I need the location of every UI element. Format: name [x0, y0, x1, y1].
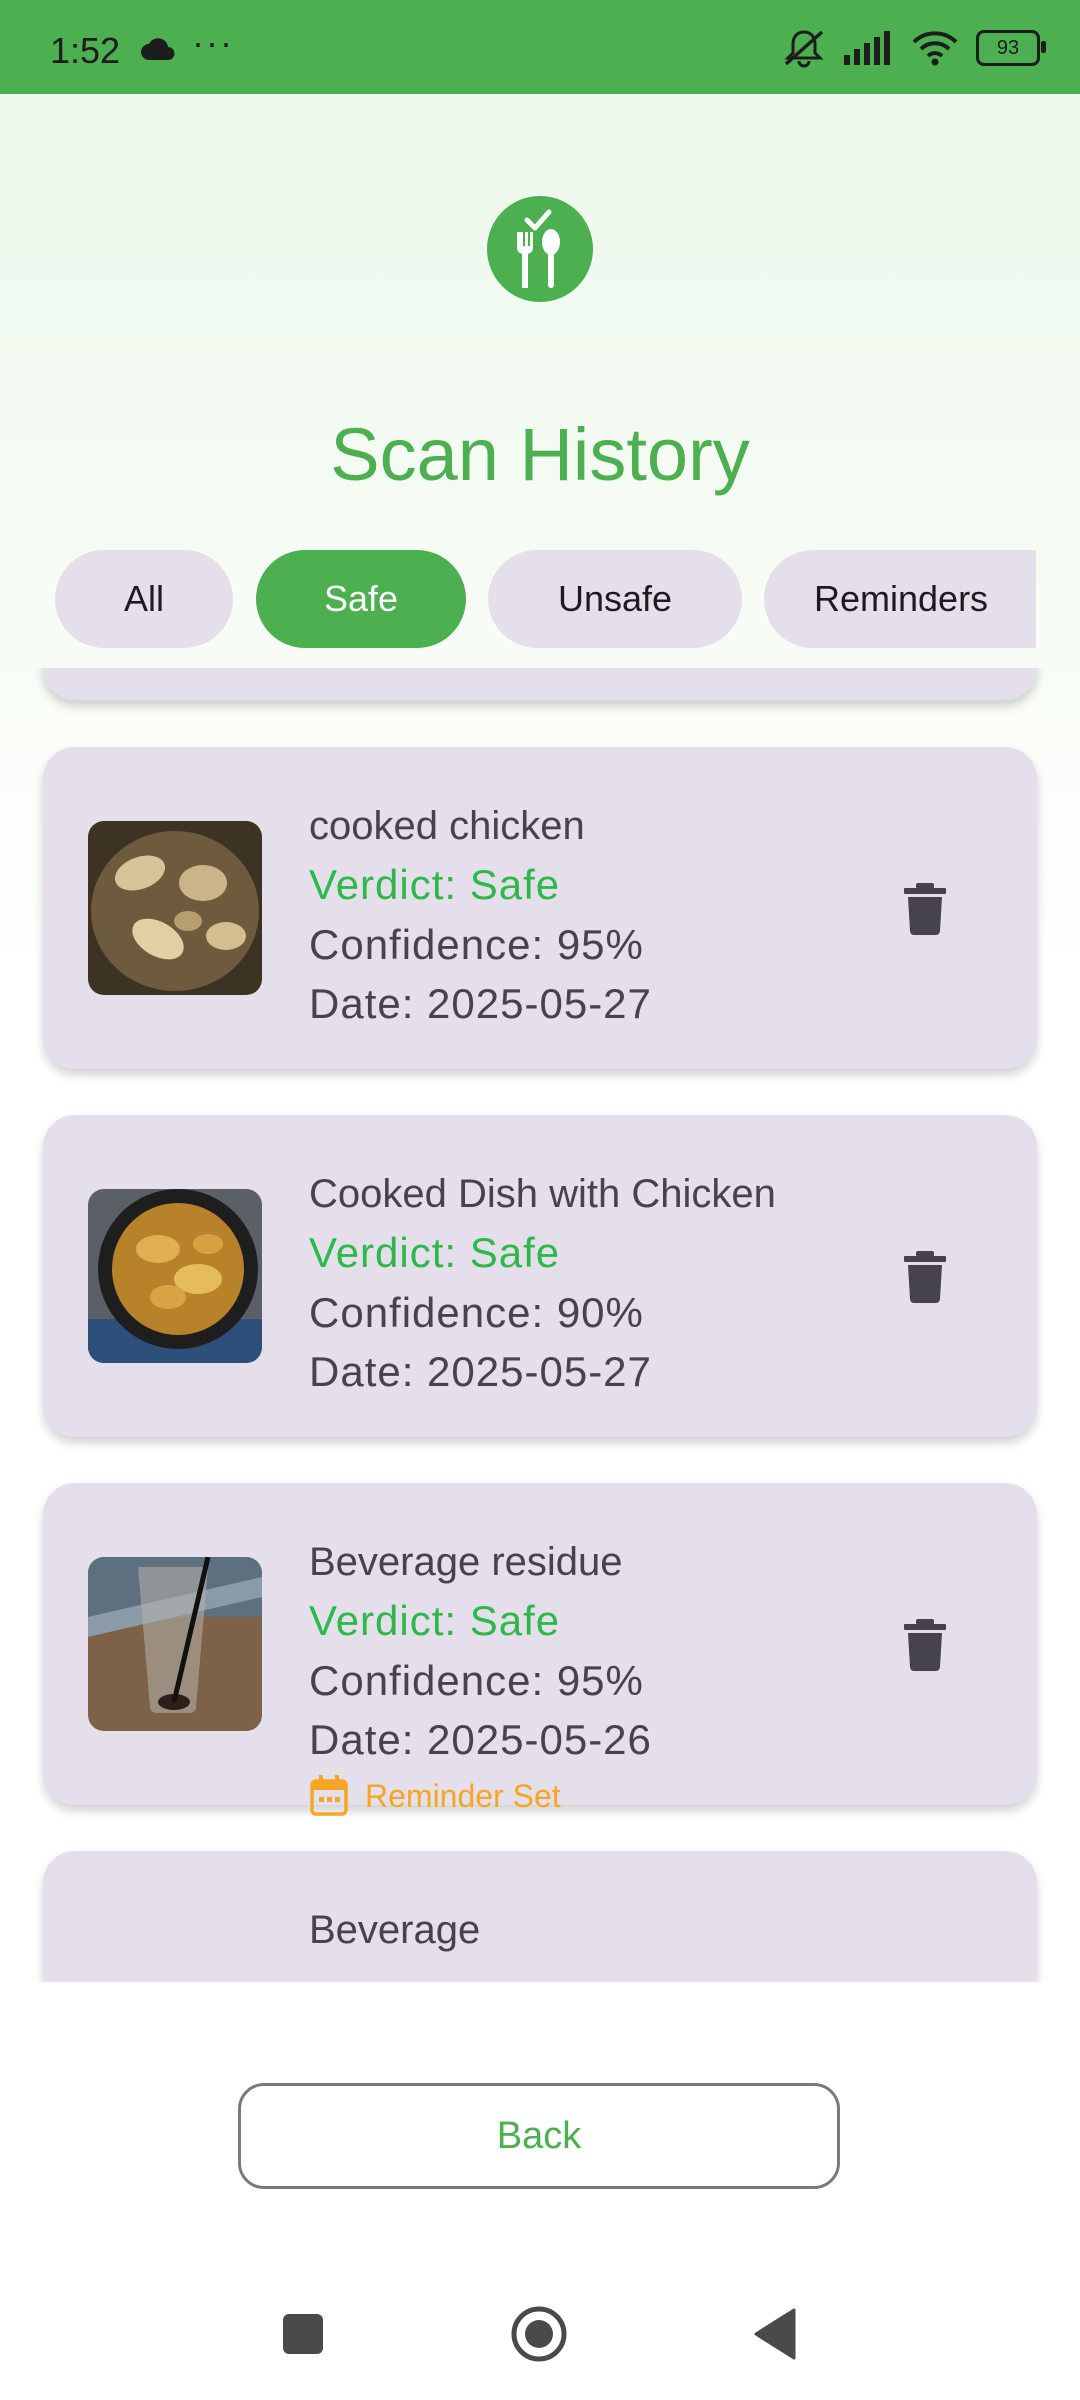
- confidence-text: Confidence: 95%: [309, 921, 644, 968]
- status-bar: 1:52 ··· 93: [0, 0, 1080, 94]
- page-title: Scan History: [330, 413, 750, 496]
- battery-icon: 93: [976, 30, 1046, 66]
- filter-chip-safe[interactable]: Safe: [256, 550, 466, 648]
- verdict-text: Verdict: Safe: [309, 1597, 561, 1644]
- recent-apps-button[interactable]: [283, 2314, 323, 2354]
- scan-card[interactable]: Beverage residue Verdict: Safe Confidenc…: [43, 1483, 1037, 1816]
- calendar-icon: [310, 1775, 348, 1816]
- back-button[interactable]: Back: [238, 2083, 840, 2189]
- scan-card[interactable]: Cooked Dish with Chicken Verdict: Safe C…: [43, 1115, 1037, 1437]
- scan-card[interactable]: cooked chicken Verdict: Safe Confidence:…: [43, 747, 1037, 1069]
- reminder-label: Reminder Set: [365, 1777, 561, 1814]
- verdict-text: Verdict: Safe: [309, 1229, 561, 1276]
- confidence-text: Confidence: 90%: [309, 1289, 644, 1336]
- status-icons: 93: [782, 28, 1046, 68]
- scan-details: Cooked Dish with Chicken Verdict: Safe C…: [309, 1165, 776, 1401]
- scan-card[interactable]: [43, 668, 1037, 700]
- scan-details: Beverage residue Verdict: Safe Confidenc…: [309, 1533, 652, 1817]
- food-name: cooked chicken: [309, 804, 585, 848]
- date-text: Date: 2025-05-27: [309, 1348, 652, 1395]
- signal-icon: [844, 31, 890, 65]
- reminder-badge: Reminder Set: [309, 1775, 652, 1817]
- cloud-icon: [141, 38, 175, 60]
- food-name: Beverage residue: [309, 1540, 623, 1584]
- filter-chip-all[interactable]: All: [55, 550, 233, 648]
- wifi-icon: [912, 31, 958, 66]
- status-time: 1:52: [50, 30, 121, 71]
- verdict-text: Verdict: Safe: [309, 861, 561, 908]
- status-more-icon: ···: [192, 22, 234, 63]
- home-button-icon[interactable]: [510, 2305, 568, 2363]
- confidence-text: Confidence: 95%: [309, 1657, 644, 1704]
- food-thumbnail: [88, 821, 262, 995]
- filter-chips: All Safe Unsafe Reminders: [0, 550, 1036, 650]
- food-safety-logo-icon: [487, 196, 593, 302]
- date-text: Date: 2025-05-27: [309, 980, 652, 1027]
- scan-details: cooked chicken Verdict: Safe Confidence:…: [309, 797, 652, 1033]
- muted-bell-icon: [784, 30, 824, 68]
- delete-icon[interactable]: [900, 1619, 950, 1671]
- filter-chip-reminders[interactable]: Reminders: [764, 550, 1036, 648]
- delete-icon[interactable]: [900, 883, 950, 935]
- food-thumbnail: [88, 1189, 262, 1363]
- food-name: Beverage: [309, 1908, 481, 1952]
- scan-card[interactable]: Beverage: [43, 1851, 1037, 1982]
- back-nav-icon[interactable]: [752, 2308, 796, 2360]
- filter-chip-unsafe[interactable]: Unsafe: [488, 550, 742, 648]
- delete-icon[interactable]: [900, 1251, 950, 1303]
- food-name: Cooked Dish with Chicken: [309, 1172, 776, 1216]
- date-text: Date: 2025-05-26: [309, 1716, 652, 1763]
- food-thumbnail: [88, 1557, 262, 1731]
- scan-details: Beverage: [309, 1901, 480, 1959]
- scan-history-list[interactable]: cooked chicken Verdict: Safe Confidence:…: [0, 668, 1080, 1982]
